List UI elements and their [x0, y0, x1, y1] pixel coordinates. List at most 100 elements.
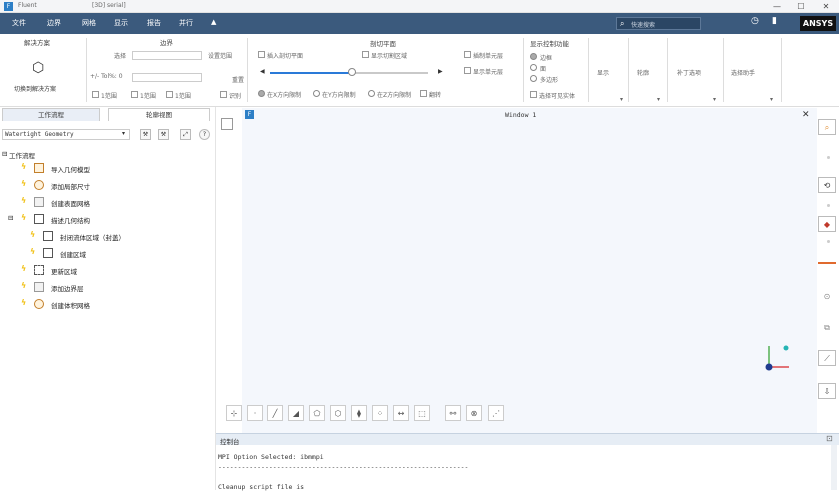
- fit-view-icon[interactable]: ⊙: [818, 289, 836, 305]
- menu-file[interactable]: 文件: [12, 18, 26, 28]
- range-checkbox-3[interactable]: [166, 91, 173, 98]
- tree-item-local-sizing[interactable]: 添加局部尺寸: [51, 181, 90, 191]
- insert-cut-plane-checkbox[interactable]: [258, 51, 265, 58]
- zoom-icon[interactable]: ⌕: [818, 119, 836, 135]
- slider-left-arrow[interactable]: ◀: [260, 68, 265, 75]
- maximize-icon[interactable]: ☐: [790, 0, 812, 13]
- select-edge-icon[interactable]: ╱: [267, 405, 283, 421]
- book-icon[interactable]: ▮: [772, 16, 777, 26]
- range-checkbox-2[interactable]: [131, 91, 138, 98]
- tree-item-surface-mesh[interactable]: 创建表面网格: [51, 198, 90, 208]
- cut-plane-group-title: 剖切平面: [370, 40, 396, 48]
- show-button[interactable]: 显示: [597, 68, 609, 77]
- show-dropdown-icon[interactable]: ▾: [620, 96, 623, 103]
- face-radio[interactable]: [530, 64, 537, 71]
- panel-toggle-icon[interactable]: [221, 118, 233, 130]
- selection-helper-button[interactable]: 选择助手: [731, 68, 755, 77]
- contour-button[interactable]: 轮廓: [637, 68, 649, 77]
- cut-plane-slider-fill: [270, 72, 350, 74]
- identify-checkbox[interactable]: [220, 91, 227, 98]
- axes-icon[interactable]: ⟋: [818, 350, 836, 366]
- graphics-viewport[interactable]: [242, 108, 817, 433]
- rotate-icon[interactable]: ⟲: [818, 177, 836, 193]
- insert-cut-plane-label: 插入剖切平面: [267, 53, 304, 60]
- draw-cell-layer-label: 插制单元层: [473, 53, 504, 60]
- tree-root[interactable]: 工作流程: [9, 150, 35, 160]
- menu-boundary[interactable]: 边界: [47, 18, 61, 28]
- slider-right-arrow[interactable]: ▶: [438, 68, 443, 75]
- tree-item-import-geometry[interactable]: 导入几何模型: [51, 164, 90, 174]
- connect-icon[interactable]: ⚯: [445, 405, 461, 421]
- highlight-icon[interactable]: ◆: [818, 216, 836, 232]
- select-polygon-icon[interactable]: ⬠: [309, 405, 325, 421]
- menu-report[interactable]: 报告: [147, 18, 161, 28]
- identify-checkbox-label: 识别: [229, 93, 242, 100]
- select-face-icon[interactable]: ◢: [288, 405, 304, 421]
- menu-mesh[interactable]: 网格: [82, 18, 96, 28]
- boundary-select-input[interactable]: [132, 51, 202, 60]
- tree-item-create-region[interactable]: 创建区域: [60, 249, 86, 259]
- set-range-button[interactable]: 设置范围: [208, 51, 232, 60]
- ribbon-divider: [781, 38, 782, 102]
- switch-to-solution-button[interactable]: 切换到解决方案: [14, 84, 56, 93]
- cut-plane-slider-handle[interactable]: [348, 68, 356, 76]
- show-cut-region-checkbox[interactable]: [362, 51, 369, 58]
- polygon-radio[interactable]: [530, 75, 537, 82]
- clock-icon[interactable]: ◷: [751, 16, 759, 26]
- network-icon[interactable]: ⋰: [488, 405, 504, 421]
- edge-radio[interactable]: [530, 53, 537, 60]
- tree-item-capping[interactable]: 封闭流体区域（封盖）: [60, 232, 125, 242]
- merge-icon[interactable]: ⊗: [466, 405, 482, 421]
- y-direction-radio[interactable]: [313, 90, 320, 97]
- menu-parallel[interactable]: 并行: [179, 18, 193, 28]
- tree-item-update-regions[interactable]: 更新区域: [51, 266, 77, 276]
- export-icon[interactable]: ⇩: [818, 383, 836, 399]
- range-checkbox-1[interactable]: [92, 91, 99, 98]
- close-icon[interactable]: ✕: [815, 0, 837, 13]
- viewport-close-icon[interactable]: ✕: [802, 110, 810, 120]
- measure-icon[interactable]: ↔: [393, 405, 409, 421]
- help-icon[interactable]: ?: [199, 129, 210, 140]
- contour-dropdown-icon[interactable]: ▾: [657, 96, 660, 103]
- select-region-icon[interactable]: ⁘: [372, 405, 388, 421]
- show-cell-layer-checkbox[interactable]: [464, 67, 471, 74]
- workflow-tool-3-icon[interactable]: ⤢: [180, 129, 191, 140]
- tree-item-boundary-layers[interactable]: 添加边界层: [51, 283, 84, 293]
- draw-cell-layer-checkbox[interactable]: [464, 51, 471, 58]
- select-cell-icon[interactable]: ⬡: [330, 405, 346, 421]
- tree-expand-icon[interactable]: ⊟: [8, 214, 13, 222]
- helper-dropdown-icon[interactable]: ▾: [770, 96, 773, 103]
- describe-geometry-icon: [34, 214, 44, 224]
- menu-collapse-icon[interactable]: ▲: [211, 18, 216, 26]
- x-direction-radio[interactable]: [258, 90, 265, 97]
- ruler-icon[interactable]: [818, 262, 836, 268]
- workflow-tool-1-icon[interactable]: ⚒: [140, 129, 151, 140]
- ribbon-divider: [588, 38, 589, 102]
- menu-display[interactable]: 显示: [114, 18, 128, 28]
- console-scrollbar[interactable]: [831, 445, 837, 490]
- select-point-icon[interactable]: ⊹: [226, 405, 242, 421]
- reset-button[interactable]: 重置: [232, 75, 244, 84]
- console-expand-icon[interactable]: ⊡: [826, 434, 833, 443]
- select-body-icon[interactable]: ⧫: [351, 405, 367, 421]
- tree-collapse-icon[interactable]: ⊟: [2, 150, 7, 158]
- workflow-tool-2-icon[interactable]: ⚒: [158, 129, 169, 140]
- select-node-icon[interactable]: ·: [247, 405, 263, 421]
- box-select-icon[interactable]: ⬚: [414, 405, 430, 421]
- search-input[interactable]: ⌕ 快速搜索: [616, 17, 701, 30]
- select-visible-checkbox[interactable]: [530, 91, 537, 98]
- minimize-icon[interactable]: —: [766, 0, 788, 13]
- flip-checkbox[interactable]: [420, 90, 427, 97]
- tree-item-describe-geometry[interactable]: 描述几何结构: [51, 215, 90, 225]
- patch-options-button[interactable]: 补丁选项: [677, 68, 701, 77]
- tolerance-input[interactable]: [132, 73, 202, 82]
- sidebar-dot: [827, 204, 830, 207]
- patch-dropdown-icon[interactable]: ▾: [713, 96, 716, 103]
- z-direction-radio[interactable]: [368, 90, 375, 97]
- tree-item-volume-mesh[interactable]: 创建体积网格: [51, 300, 90, 310]
- tab-workflow[interactable]: 工作流程: [2, 108, 100, 121]
- solution-box-icon[interactable]: ⬡: [32, 60, 44, 76]
- workflow-dropdown[interactable]: Watertight Geometry ▾: [2, 129, 130, 140]
- tab-outline-view[interactable]: 轮廓视图: [108, 108, 210, 121]
- copy-view-icon[interactable]: ⧉: [818, 320, 836, 336]
